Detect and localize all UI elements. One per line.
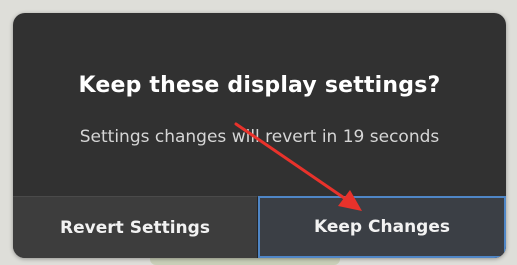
- dialog-countdown-message: Settings changes will revert in 19 secon…: [79, 127, 440, 147]
- dialog-button-row: Revert Settings Keep Changes: [13, 196, 506, 258]
- revert-settings-button[interactable]: Revert Settings: [13, 196, 258, 258]
- display-settings-dialog: Keep these display settings? Settings ch…: [13, 13, 506, 258]
- dialog-title: Keep these display settings?: [78, 73, 441, 98]
- keep-changes-button[interactable]: Keep Changes: [258, 196, 506, 258]
